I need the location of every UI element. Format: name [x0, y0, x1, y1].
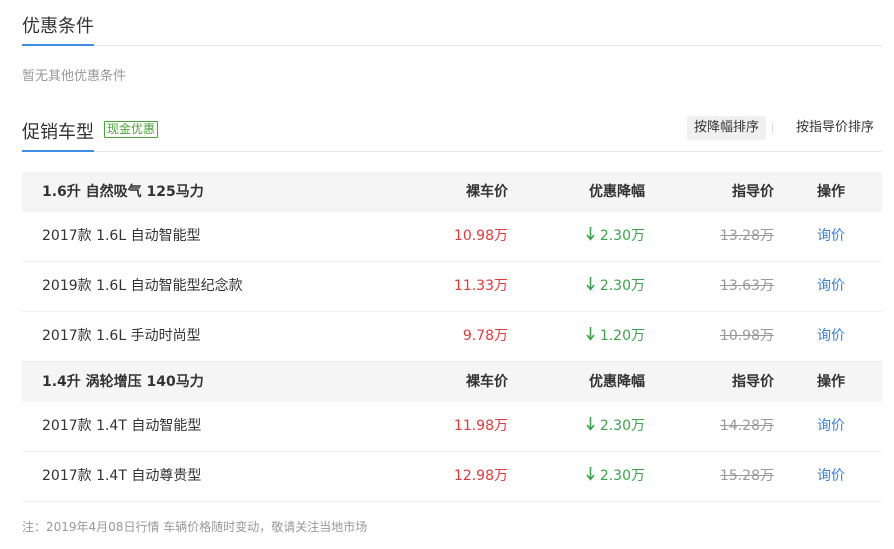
- bare-price: 11.98万: [453, 418, 508, 434]
- guide-price: 13.28万: [719, 228, 774, 244]
- discount-cell: 2.30万: [586, 212, 645, 261]
- sort-divider: [772, 122, 773, 134]
- model-name: 2019款 1.6L 自动智能型纪念款: [42, 278, 243, 294]
- guide-price: 14.28万: [719, 418, 774, 434]
- model-name: 2017款 1.6L 手动时尚型: [42, 328, 201, 344]
- cash-discount-badge: 现金优惠: [104, 121, 159, 138]
- guide-price: 10.98万: [719, 328, 774, 344]
- discount-cell: 2.30万: [586, 262, 645, 311]
- inquiry-link[interactable]: 询价: [817, 452, 845, 501]
- table-row: 2017款 1.4T 自动智能型 11.98万 2.30万 14.28万 询价: [22, 402, 882, 452]
- col-header-price: 裸车价: [466, 374, 508, 390]
- discount-value: 1.20万: [599, 328, 645, 344]
- discount-cell: 2.30万: [586, 402, 645, 451]
- inquiry-link[interactable]: 询价: [817, 212, 845, 261]
- discount-cell: 2.30万: [586, 452, 645, 501]
- offers-empty-text: 暂无其他优惠条件: [22, 69, 127, 84]
- model-name: 2017款 1.6L 自动智能型: [42, 228, 201, 244]
- discount-value: 2.30万: [599, 228, 645, 244]
- sort-by-discount-button[interactable]: 按降幅排序: [686, 116, 766, 140]
- promo-table: 1.6升 自然吸气 125马力 裸车价 优惠降幅 指导价 操作 2017款 1.…: [22, 172, 882, 502]
- table-row: 2019款 1.6L 自动智能型纪念款 11.33万 2.30万 13.63万 …: [22, 262, 882, 312]
- down-arrow-icon: [586, 467, 595, 481]
- table-row: 2017款 1.4T 自动尊贵型 12.98万 2.30万 15.28万 询价: [22, 452, 882, 502]
- discount-cell: 1.20万: [586, 312, 645, 361]
- col-header-action: 操作: [817, 374, 845, 390]
- sort-by-guide-price-button[interactable]: 按指导价排序: [796, 116, 874, 140]
- promo-section-header: 促销车型 现金优惠 按降幅排序 按指导价排序: [22, 116, 882, 152]
- group-header-row: 1.4升 涡轮增压 140马力 裸车价 优惠降幅 指导价 操作: [22, 362, 882, 402]
- inquiry-link[interactable]: 询价: [817, 312, 845, 361]
- guide-price: 15.28万: [719, 468, 774, 484]
- footer-note: 注：2019年4月08日行情 车辆价格随时变动，敬请关注当地市场: [22, 520, 368, 534]
- dealer-promo-panel: 优惠条件 暂无其他优惠条件 促销车型 现金优惠 按降幅排序 按指导价排序 1.6…: [0, 0, 894, 549]
- guide-price: 13.63万: [719, 278, 774, 294]
- model-name: 2017款 1.4T 自动智能型: [42, 418, 202, 434]
- down-arrow-icon: [586, 227, 595, 241]
- bare-price: 10.98万: [453, 228, 508, 244]
- col-header-discount: 优惠降幅: [589, 184, 645, 200]
- col-header-price: 裸车价: [466, 184, 508, 200]
- down-arrow-icon: [586, 327, 595, 341]
- offers-section-header: 优惠条件: [22, 10, 882, 46]
- bare-price: 9.78万: [462, 328, 508, 344]
- model-name: 2017款 1.4T 自动尊贵型: [42, 468, 202, 484]
- table-row: 2017款 1.6L 手动时尚型 9.78万 1.20万 10.98万 询价: [22, 312, 882, 362]
- inquiry-link[interactable]: 询价: [817, 262, 845, 311]
- group-name: 1.6升 自然吸气 125马力: [42, 184, 204, 200]
- discount-value: 2.30万: [599, 278, 645, 294]
- bare-price: 11.33万: [453, 278, 508, 294]
- col-header-guide: 指导价: [732, 184, 774, 200]
- down-arrow-icon: [586, 417, 595, 431]
- down-arrow-icon: [586, 277, 595, 291]
- table-row: 2017款 1.6L 自动智能型 10.98万 2.30万 13.28万 询价: [22, 212, 882, 262]
- col-header-discount: 优惠降幅: [589, 374, 645, 390]
- inquiry-link[interactable]: 询价: [817, 402, 845, 451]
- group-header-row: 1.6升 自然吸气 125马力 裸车价 优惠降幅 指导价 操作: [22, 172, 882, 212]
- offers-title: 优惠条件: [22, 12, 94, 46]
- discount-value: 2.30万: [599, 418, 645, 434]
- col-header-guide: 指导价: [732, 374, 774, 390]
- promo-title: 促销车型: [22, 118, 94, 152]
- discount-value: 2.30万: [599, 468, 645, 484]
- group-name: 1.4升 涡轮增压 140马力: [42, 374, 204, 390]
- bare-price: 12.98万: [453, 468, 508, 484]
- col-header-action: 操作: [817, 184, 845, 200]
